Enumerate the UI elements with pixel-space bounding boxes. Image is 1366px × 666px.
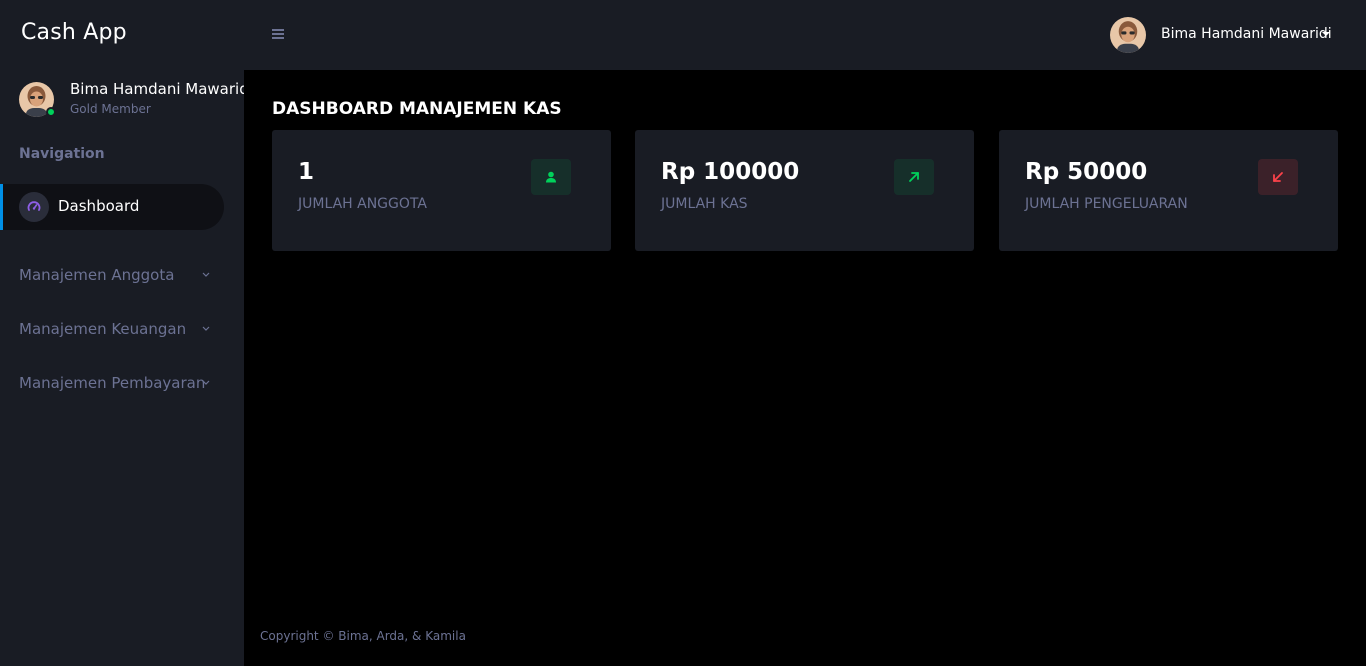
stat-card-jumlah-kas: Rp 100000 JUMLAH KAS: [635, 130, 974, 251]
sidebar-item-label: Manajemen Keuangan: [19, 320, 187, 338]
stat-card-jumlah-anggota: 1 JUMLAH ANGGOTA: [272, 130, 611, 251]
page-title: DASHBOARD MANAJEMEN KAS: [272, 99, 562, 119]
menu-toggle-icon[interactable]: [272, 29, 284, 39]
stat-card-jumlah-pengeluaran: Rp 50000 JUMLAH PENGELUARAN: [999, 130, 1338, 251]
top-user-name: Bima Hamdani Mawaridi: [1161, 26, 1332, 42]
sidebar-item-manajemen-keuangan[interactable]: Manajemen Keuangan: [0, 310, 224, 350]
online-status-dot: [46, 107, 56, 117]
stat-value: Rp 100000: [661, 159, 800, 185]
user-icon: [531, 159, 571, 195]
brand-logo[interactable]: Cash App: [21, 20, 127, 45]
nav-caption: Navigation: [19, 146, 105, 162]
stat-label: JUMLAH KAS: [661, 196, 748, 212]
chevron-down-icon: [202, 380, 210, 385]
sidebar: Cash App Bima Hamdani Mawaridi Gold Memb…: [0, 0, 244, 666]
profile-name: Bima Hamdani Mawaridi: [70, 80, 244, 98]
profile-role: Gold Member: [70, 102, 151, 116]
chevron-down-icon: [202, 326, 210, 331]
avatar: [19, 82, 56, 117]
footer-copyright: Copyright © Bima, Arda, & Kamila: [260, 629, 466, 643]
sidebar-item-label: Manajemen Pembayaran: [19, 374, 206, 392]
stat-value: Rp 50000: [1025, 159, 1148, 185]
arrow-up-right-icon: [894, 159, 934, 195]
arrow-down-left-icon: [1258, 159, 1298, 195]
sidebar-item-label: Dashboard: [58, 197, 140, 215]
speedometer-icon: [19, 192, 49, 222]
sidebar-item-manajemen-anggota[interactable]: Manajemen Anggota: [0, 256, 224, 296]
user-dropdown[interactable]: Bima Hamdani Mawaridi: [1110, 17, 1340, 53]
stat-label: JUMLAH ANGGOTA: [298, 196, 427, 212]
sidebar-item-label: Manajemen Anggota: [19, 266, 175, 284]
caret-down-icon: [1322, 32, 1330, 36]
sidebar-profile[interactable]: Bima Hamdani Mawaridi Gold Member: [19, 80, 244, 120]
sidebar-item-manajemen-pembayaran[interactable]: Manajemen Pembayaran: [0, 364, 224, 404]
top-navbar: Bima Hamdani Mawaridi: [244, 0, 1366, 70]
avatar: [1110, 17, 1146, 53]
sidebar-item-dashboard[interactable]: Dashboard: [0, 184, 224, 230]
stat-label: JUMLAH PENGELUARAN: [1025, 196, 1188, 212]
active-indicator: [0, 184, 3, 230]
chevron-down-icon: [202, 272, 210, 277]
stat-value: 1: [298, 159, 315, 185]
